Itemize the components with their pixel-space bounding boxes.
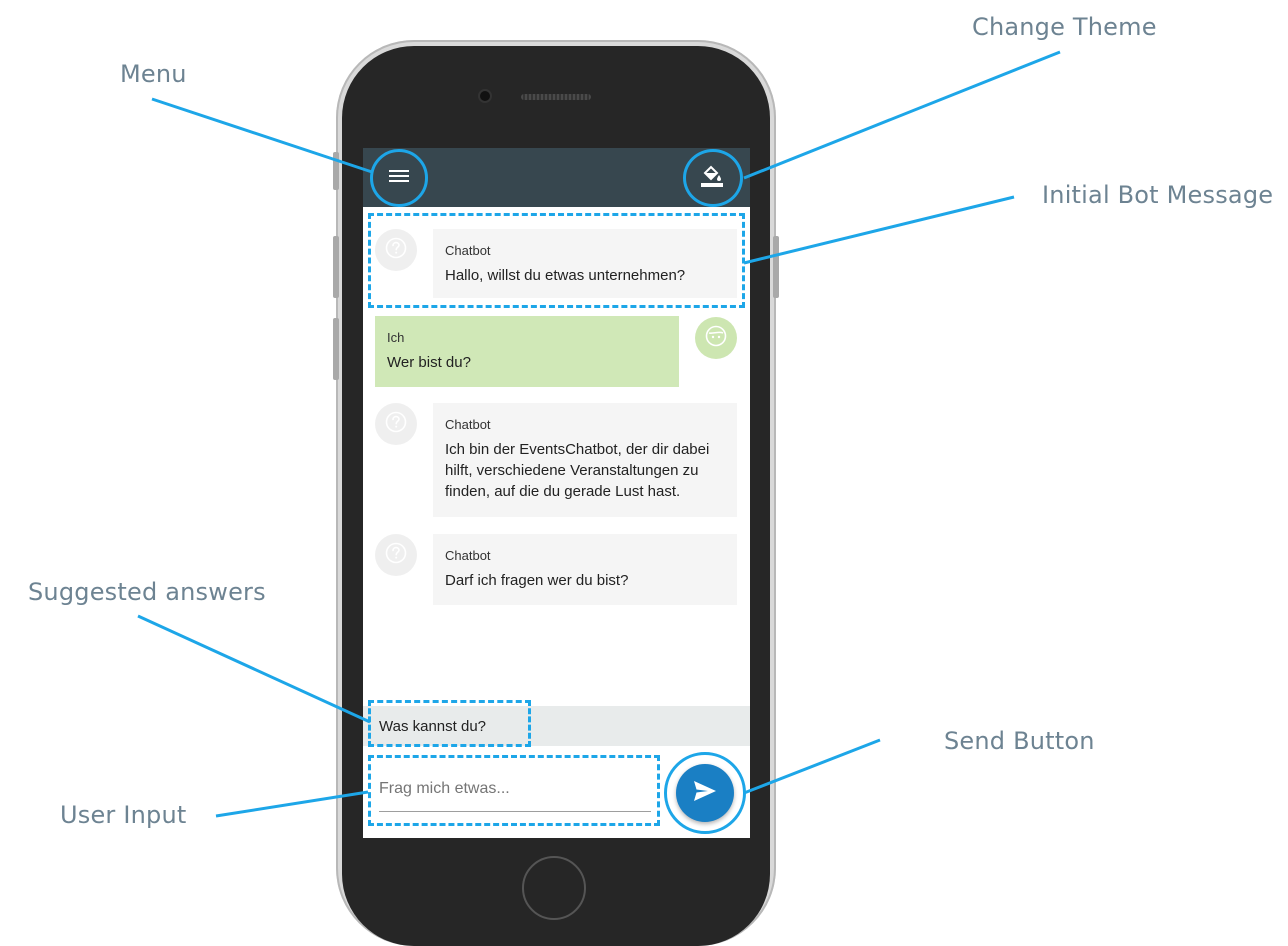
- input-connector-line: [215, 790, 369, 818]
- suggestion-connector-line: [137, 614, 371, 724]
- bot-message-connector-line: [743, 195, 1015, 265]
- menu-connector-line: [151, 97, 373, 174]
- theme-connector-line: [743, 50, 1061, 180]
- send-connector-line: [743, 738, 881, 795]
- annotation-lines: [137, 50, 1061, 818]
